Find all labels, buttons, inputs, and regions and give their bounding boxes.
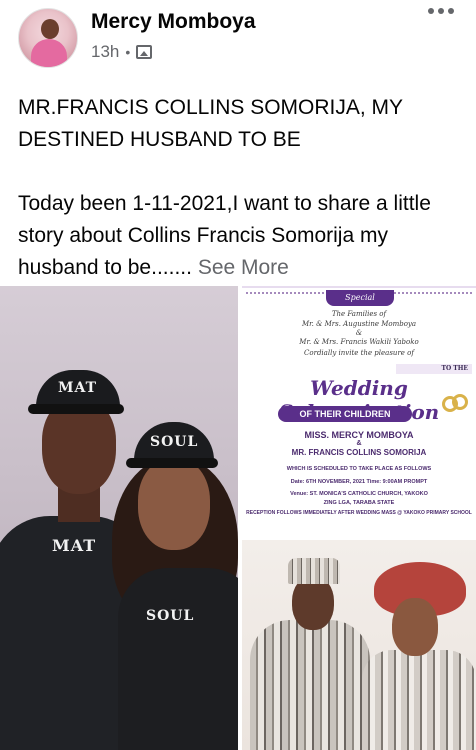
- man-cap-brim-shape: [28, 404, 124, 414]
- invitation-cordially: Cordially invite the pleasure of: [304, 349, 414, 357]
- woman-cap-brim-shape: [126, 458, 218, 468]
- author-name[interactable]: Mercy Momboya: [91, 10, 256, 34]
- post-paragraph-1: MR.FRANCIS COLLINS SOMORIJA, MY DESTINED…: [18, 96, 403, 151]
- invitation-card: Special Invitation The Families of Mr. &…: [242, 288, 476, 536]
- couple-photo-left[interactable]: MAT MAT SOUL SOUL: [0, 286, 238, 750]
- cap-text-soul: SOUL: [150, 434, 199, 450]
- invitation-reception: RECEPTION FOLLOWS IMMEDIATELY AFTER WEDD…: [246, 510, 472, 516]
- post-header: Mercy Momboya 13h •: [0, 0, 476, 72]
- invitation-to-the: TO THE: [396, 364, 472, 374]
- woman-face-shape: [138, 458, 210, 550]
- man-cap-shape: [288, 558, 340, 584]
- invitation-venue: Venue: ST. MONICA'S CATHOLIC CHURCH, YAK…: [290, 491, 428, 497]
- invitation-date: Date: 6TH NOVEMBER, 2021 Time: 9:00AM PR…: [290, 479, 428, 485]
- more-dot-icon: [428, 8, 434, 14]
- invitation-subtitle: OF THEIR CHILDREN: [278, 406, 412, 422]
- woman-shirt-shape: [118, 568, 238, 750]
- avatar-head-shape: [41, 19, 59, 39]
- invitation-amp: &: [355, 329, 363, 337]
- woman-attire-shape: [362, 650, 476, 750]
- more-dot-icon: [438, 8, 444, 14]
- post-meta: 13h •: [91, 42, 153, 62]
- post-text: MR.FRANCIS COLLINS SOMORIJA, MY DESTINED…: [18, 92, 466, 316]
- invitation-venue-2: ZING LGA, TARABA STATE: [323, 500, 395, 506]
- more-options-button[interactable]: [428, 8, 454, 14]
- invitation-photo[interactable]: Special Invitation The Families of Mr. &…: [242, 286, 476, 536]
- post-time[interactable]: 13h: [91, 42, 119, 62]
- wedding-rings-icon: [442, 392, 472, 416]
- man-face-shape: [292, 576, 334, 630]
- invitation-scheduled: WHICH IS SCHEDULED TO TAKE PLACE AS FOLL…: [286, 466, 432, 472]
- cap-text-mat: MAT: [58, 380, 98, 396]
- woman-face-shape: [392, 598, 438, 656]
- avatar[interactable]: [18, 8, 78, 68]
- avatar-body-shape: [31, 39, 67, 67]
- invitation-groom: MR. FRANCIS COLLINS SOMORIJA: [291, 448, 427, 457]
- post-paragraph-2: Today been 1-11-2021,I want to share a l…: [18, 188, 466, 284]
- shirt-text-mat: MAT: [52, 536, 97, 555]
- invitation-bride: MISS. MERCY MOMBOYA: [304, 430, 414, 440]
- invitation-families: The Families of: [331, 310, 387, 318]
- shirt-text-soul: SOUL: [146, 608, 195, 624]
- traditional-couple-photo[interactable]: [242, 540, 476, 750]
- invitation-banner: Special Invitation: [326, 290, 394, 318]
- photo-gallery: MAT MAT SOUL SOUL Special Invitation The…: [0, 286, 476, 750]
- see-more-link[interactable]: See More: [198, 256, 289, 279]
- man-attire-shape: [250, 620, 370, 750]
- invitation-family-1: Mr. & Mrs. Augustine Momboya: [301, 320, 417, 328]
- invitation-and: &: [356, 440, 362, 447]
- more-dot-icon: [448, 8, 454, 14]
- meta-separator: •: [125, 44, 131, 60]
- photo-icon: [136, 45, 153, 59]
- invitation-family-2: Mr. & Mrs. Francis Wakili Yaboko: [299, 338, 419, 346]
